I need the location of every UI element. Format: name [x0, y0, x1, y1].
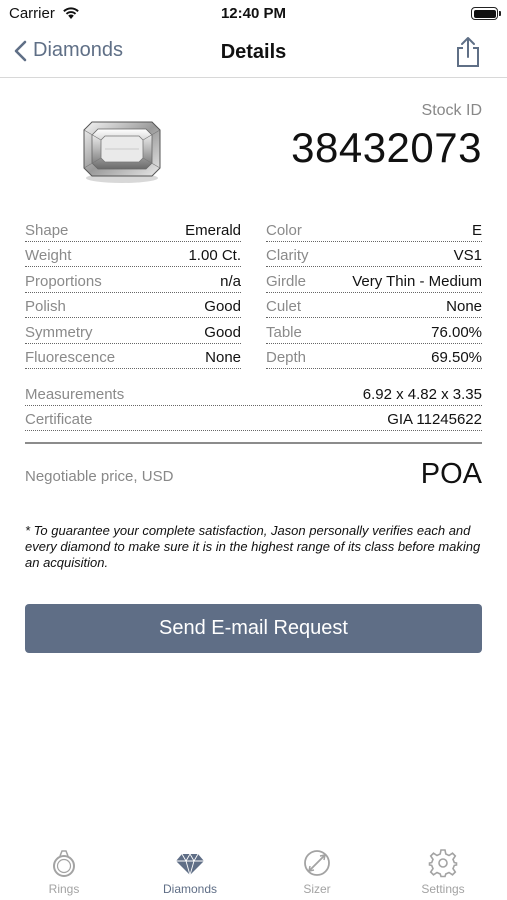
page-title: Details — [220, 41, 287, 63]
spec-label: Symmetry — [25, 323, 93, 341]
send-email-request-button[interactable]: Send E-mail Request — [25, 604, 482, 653]
spec-label: Table — [266, 323, 302, 341]
navigation-bar: Diamonds Details — [0, 30, 507, 78]
battery-icon — [471, 7, 501, 20]
price-label: Negotiable price, USD — [25, 468, 174, 485]
specs-wide-rows: Measurements 6.92 x 4.82 x 3.35 Certifica… — [25, 380, 482, 431]
spec-row-shape: Shape Emerald — [25, 216, 241, 242]
spec-value: None — [205, 349, 241, 366]
spec-value: 6.92 x 4.82 x 3.35 — [362, 385, 482, 403]
tab-settings[interactable]: Settings — [388, 848, 498, 896]
spec-row-proportions: Proportions n/a — [25, 267, 241, 293]
spec-row-depth: Depth 69.50% — [266, 344, 482, 369]
spec-value: Emerald — [185, 221, 241, 239]
disclaimer-text: * To guarantee your complete satisfactio… — [25, 523, 481, 570]
spec-value: None — [446, 298, 482, 315]
spec-value: 1.00 Ct. — [188, 247, 241, 264]
spec-value: Good — [204, 323, 241, 341]
spec-label: Fluorescence — [25, 349, 116, 366]
spec-value: VS1 — [453, 247, 482, 264]
spec-label: Girdle — [266, 272, 307, 290]
spec-value: Good — [204, 298, 241, 315]
spec-value: GIA 11245622 — [387, 411, 482, 428]
share-icon — [457, 37, 479, 67]
spec-label: Culet — [266, 298, 302, 315]
spec-label: Color — [266, 221, 302, 239]
share-button[interactable] — [455, 36, 481, 73]
spec-label: Polish — [25, 298, 66, 315]
gear-icon — [428, 849, 458, 878]
spec-label: Certificate — [25, 411, 93, 428]
spec-value: 76.00% — [431, 323, 482, 341]
stock-id-value: 38432073 — [291, 124, 482, 171]
spec-row-symmetry: Symmetry Good — [25, 318, 241, 344]
tab-label: Settings — [421, 882, 465, 896]
spec-label: Clarity — [266, 247, 309, 264]
spec-label: Weight — [25, 247, 72, 264]
spec-label: Proportions — [25, 272, 102, 290]
stock-id-label: Stock ID — [421, 102, 482, 119]
status-time: 12:40 PM — [220, 5, 287, 22]
spec-label: Shape — [25, 221, 69, 239]
spec-label: Measurements — [25, 385, 125, 403]
tab-bar: Rings Diamonds Sizer Settings — [0, 838, 507, 900]
specs-right-column: Color E Clarity VS1 Girdle Very Thin - Medi… — [266, 216, 482, 369]
tab-label: Diamonds — [162, 882, 218, 896]
diamond-image — [83, 121, 161, 183]
spec-row-culet: Culet None — [266, 293, 482, 318]
sizer-icon — [304, 850, 330, 876]
spec-value: E — [471, 221, 482, 239]
spec-row-polish: Polish Good — [25, 293, 241, 318]
ring-icon — [53, 850, 75, 877]
spec-row-weight: Weight 1.00 Ct. — [25, 242, 241, 267]
status-bar: Carrier 12:40 PM — [0, 0, 507, 30]
tab-rings[interactable]: Rings — [9, 848, 119, 896]
spec-value: 69.50% — [431, 349, 482, 366]
diamond-icon — [176, 853, 204, 877]
spec-row-measurements: Measurements 6.92 x 4.82 x 3.35 — [25, 380, 482, 406]
tab-diamonds[interactable]: Diamonds — [135, 848, 245, 896]
tab-label: Rings — [48, 882, 80, 896]
tab-sizer[interactable]: Sizer — [262, 848, 372, 896]
spec-row-clarity: Clarity VS1 — [266, 242, 482, 267]
spec-row-girdle: Girdle Very Thin - Medium — [266, 267, 482, 293]
spec-value: Very Thin - Medium — [352, 272, 482, 290]
section-divider — [25, 442, 482, 444]
spec-row-certificate: Certificate GIA 11245622 — [25, 406, 482, 431]
spec-row-fluorescence: Fluorescence None — [25, 344, 241, 369]
spec-row-table: Table 76.00% — [266, 318, 482, 344]
specs-left-column: Shape Emerald Weight 1.00 Ct. Proportions n… — [25, 216, 241, 369]
spec-label: Depth — [266, 349, 307, 366]
tab-label: Sizer — [303, 882, 331, 896]
spec-value: n/a — [220, 272, 241, 290]
spec-row-color: Color E — [266, 216, 482, 242]
price-value: POA — [420, 458, 482, 490]
